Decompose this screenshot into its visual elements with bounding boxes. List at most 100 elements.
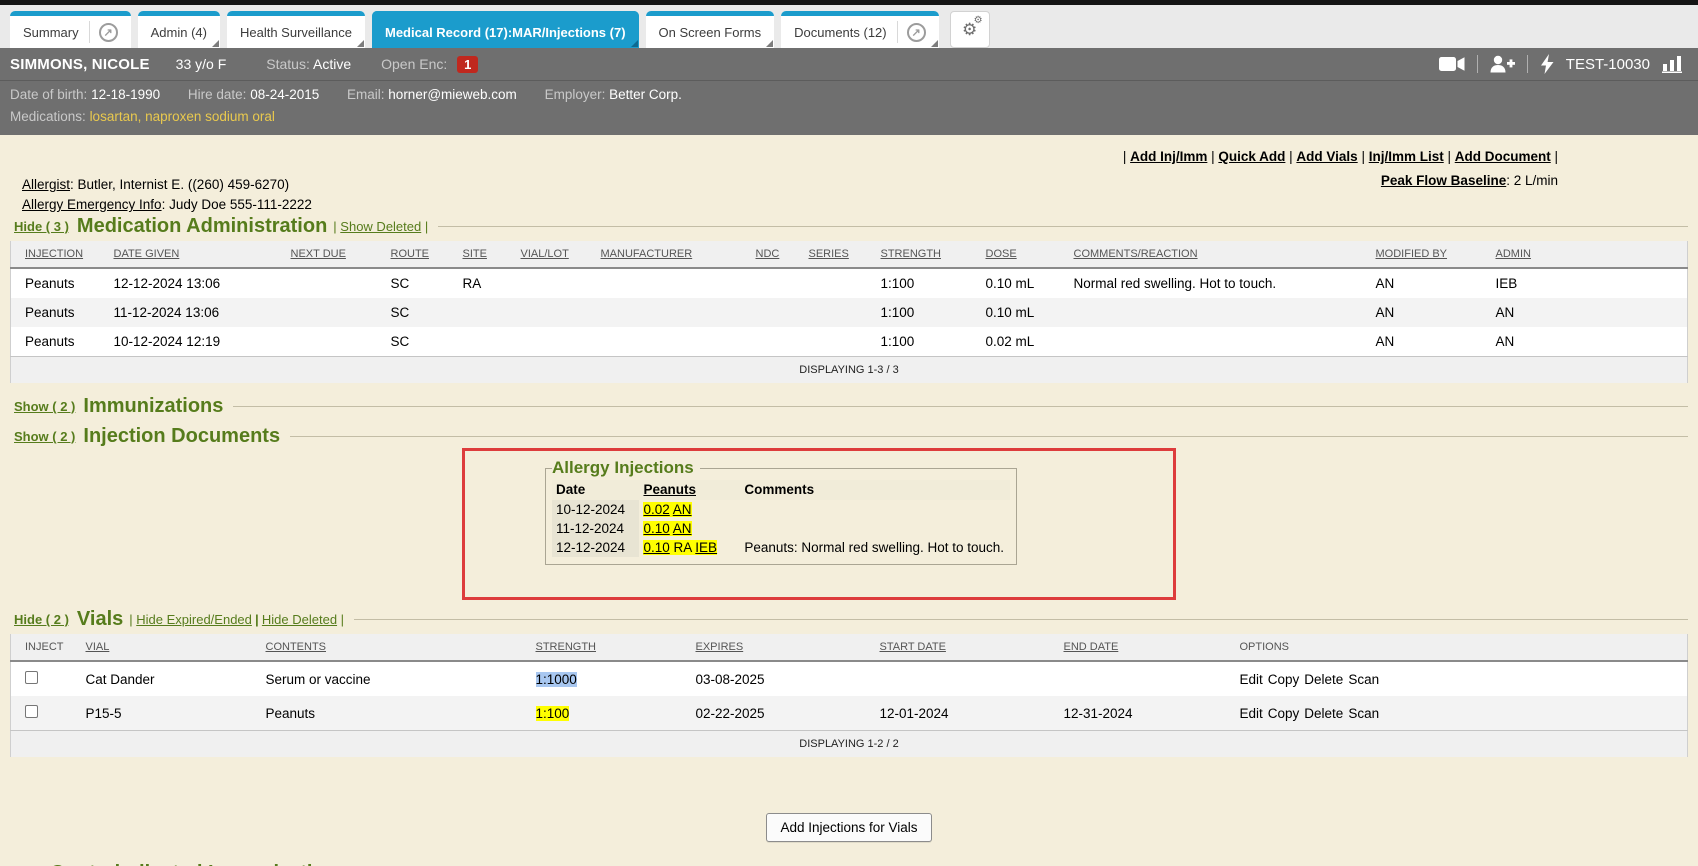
cell-comments: [1060, 298, 1362, 327]
cell-modified-by: AN: [1362, 298, 1482, 327]
mar-row: Peanuts 12-12-2024 13:06 SC RA 1:100 0.1…: [11, 268, 1688, 298]
tab-health-surveillance[interactable]: Health Surveillance: [227, 11, 365, 48]
dose-link[interactable]: 0.10: [643, 540, 669, 555]
allergy-emergency-info-link[interactable]: Allergy Emergency Info: [22, 197, 162, 212]
col-date: Date: [552, 480, 639, 500]
video-camera-icon[interactable]: [1439, 56, 1465, 72]
allergist-link[interactable]: Allergist: [22, 177, 70, 192]
vials-header-row: INJECT VIAL CONTENTS STRENGTH EXPIRES ST…: [11, 634, 1688, 661]
edit-link[interactable]: Edit: [1240, 672, 1263, 687]
add-person-icon[interactable]: [1490, 55, 1515, 73]
cell-ndc: [742, 327, 795, 357]
col-start-date: START DATE: [880, 641, 946, 653]
medication-losartan[interactable]: losartan: [90, 109, 138, 124]
edit-link[interactable]: Edit: [1240, 706, 1263, 721]
add-inj-imm-link[interactable]: Add Inj/Imm: [1130, 149, 1207, 164]
tab-on-screen-forms[interactable]: On Screen Forms: [646, 11, 775, 48]
header-separator: [1477, 55, 1478, 73]
col-end-date: END DATE: [1064, 641, 1119, 653]
hide-deleted-link[interactable]: Hide Deleted: [262, 612, 337, 627]
cell-dose: 0.10 mL: [972, 268, 1060, 298]
cell-strength: 1:100: [867, 327, 972, 357]
cell-next-due: [277, 268, 377, 298]
tab-medical-record[interactable]: Medical Record (17):MAR/Injections (7): [372, 11, 639, 48]
cell-ndc: [742, 298, 795, 327]
vials-paging-status: DISPLAYING 1-2 / 2: [11, 731, 1688, 758]
inj-imm-list-link[interactable]: Inj/Imm List: [1369, 149, 1444, 164]
tab-documents[interactable]: Documents (12) ↗: [781, 11, 938, 48]
injection-documents-show-toggle[interactable]: Show ( 2 ): [14, 429, 75, 444]
allergy-row: 12-12-2024 0.10 RA IEB Peanuts: Normal r…: [552, 538, 1010, 557]
allergy-contacts: Allergist: Butler, Internist E. ((260) 4…: [22, 175, 312, 215]
vial-inject-checkbox[interactable]: [25, 671, 38, 684]
initials-link[interactable]: AN: [673, 521, 692, 536]
show-deleted-link[interactable]: Show Deleted: [340, 219, 421, 234]
scan-link[interactable]: Scan: [1348, 706, 1379, 721]
cell-date-given: 12-12-2024 13:06: [100, 268, 277, 298]
mar-row: Peanuts 10-12-2024 12:19 SC 1:100 0.02 m…: [11, 327, 1688, 357]
cell-end-date: 12-31-2024: [1050, 696, 1226, 731]
col-next-due: NEXT DUE: [291, 248, 346, 260]
initials-link[interactable]: AN: [673, 502, 692, 517]
patient-name: SIMMONS, NICOLE: [10, 56, 150, 73]
patient-age-sex: 33 y/o F: [176, 56, 227, 72]
peak-flow-baseline-link[interactable]: Peak Flow Baseline: [1381, 173, 1506, 188]
col-route: ROUTE: [391, 248, 430, 260]
scan-link[interactable]: Scan: [1348, 672, 1379, 687]
cell-route: SC: [377, 298, 449, 327]
settings-button[interactable]: ⚙ ⚙: [950, 11, 990, 48]
hire-date-value: 08-24-2015: [250, 87, 319, 102]
cell-vial-lot: [507, 298, 587, 327]
popout-icon[interactable]: ↗: [907, 23, 926, 42]
vial-row: Cat Dander Serum or vaccine 1:1000 03-08…: [11, 661, 1688, 696]
flowsheet-chart-icon[interactable]: [1662, 55, 1684, 73]
chart-tab-bar: Summary ↗ Admin (4) Health Surveillance …: [0, 5, 1698, 48]
admin-initials-link[interactable]: IEB: [695, 540, 717, 555]
cell-strength: 1:100: [536, 706, 570, 721]
vial-inject-checkbox[interactable]: [25, 705, 38, 718]
cell-date: 10-12-2024: [552, 500, 639, 519]
vials-title: Vials: [77, 608, 123, 631]
contraindicated-section-header: Hide Contraindicated Immunizations: [14, 862, 1688, 866]
gear-small-icon: ⚙: [974, 16, 983, 26]
delete-link[interactable]: Delete: [1304, 672, 1343, 687]
quick-add-link[interactable]: Quick Add: [1218, 149, 1285, 164]
hide-expired-ended-link[interactable]: Hide Expired/Ended: [136, 612, 252, 627]
tab-divider: [89, 21, 90, 43]
tab-summary[interactable]: Summary ↗: [10, 11, 131, 48]
medication-naproxen[interactable]: naproxen sodium oral: [138, 109, 275, 124]
cell-date: 12-12-2024: [552, 538, 639, 557]
add-injections-for-vials-button[interactable]: Add Injections for Vials: [766, 813, 931, 842]
cell-expires: 03-08-2025: [682, 661, 866, 696]
copy-link[interactable]: Copy: [1268, 672, 1300, 687]
delete-link[interactable]: Delete: [1304, 706, 1343, 721]
popout-icon[interactable]: ↗: [99, 23, 118, 42]
cell-comments: Peanuts: Normal red swelling. Hot to tou…: [740, 538, 1010, 557]
col-contents: CONTENTS: [266, 641, 327, 653]
cell-injection: Peanuts: [11, 298, 100, 327]
tab-divider: [897, 21, 898, 43]
add-document-link[interactable]: Add Document: [1455, 149, 1551, 164]
tab-admin[interactable]: Admin (4): [138, 11, 220, 48]
copy-link[interactable]: Copy: [1268, 706, 1300, 721]
med-admin-hide-toggle[interactable]: Hide ( 3 ): [14, 219, 69, 234]
cell-route: SC: [377, 327, 449, 357]
employer-value: Better Corp.: [609, 87, 682, 102]
allergy-row: 10-12-2024 0.02 AN: [552, 500, 1010, 519]
dose-link[interactable]: 0.10: [643, 521, 669, 536]
vials-hide-toggle[interactable]: Hide ( 2 ): [14, 612, 69, 627]
immunizations-show-toggle[interactable]: Show ( 2 ): [14, 399, 75, 414]
add-vials-link[interactable]: Add Vials: [1296, 149, 1357, 164]
cell-strength: 1:1000: [536, 672, 577, 687]
cell-route: SC: [377, 268, 449, 298]
dose-link[interactable]: 0.02: [643, 502, 669, 517]
cell-start-date: 12-01-2024: [866, 696, 1050, 731]
cell-date: 11-12-2024: [552, 519, 639, 538]
cell-vial: Cat Dander: [72, 661, 252, 696]
hire-date-label: Hire date:: [188, 87, 247, 102]
lightning-icon[interactable]: [1540, 54, 1554, 74]
open-enc-badge[interactable]: 1: [457, 56, 478, 73]
tab-on-screen-forms-label: On Screen Forms: [659, 25, 762, 40]
col-dose: DOSE: [986, 248, 1017, 260]
cell-vial-lot: [507, 268, 587, 298]
